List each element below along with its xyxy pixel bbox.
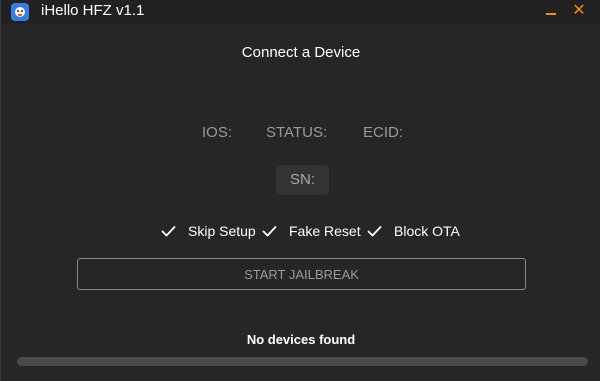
start-jailbreak-button[interactable]: START JAILBREAK (77, 258, 526, 290)
app-logo-icon (11, 3, 29, 21)
fake-reset-option[interactable]: Fake Reset (262, 222, 361, 240)
app-window: iHello HFZ v1.1 ✕ Connect a Device IOS: … (0, 0, 600, 381)
close-icon: ✕ (572, 2, 586, 19)
serial-number-box: SN: (276, 165, 329, 195)
window-title: iHello HFZ v1.1 (41, 2, 145, 19)
checkmark-icon (367, 224, 382, 239)
page-heading: Connect a Device (241, 44, 361, 61)
block-ota-label: Block OTA (394, 223, 460, 239)
block-ota-option[interactable]: Block OTA (367, 222, 460, 240)
checkmark-icon (161, 224, 176, 239)
ios-label: IOS: (202, 124, 233, 141)
progress-bar (17, 357, 588, 366)
title-bar[interactable]: iHello HFZ v1.1 ✕ (1, 0, 600, 24)
skip-setup-option[interactable]: Skip Setup (161, 222, 256, 240)
close-button[interactable]: ✕ (571, 1, 587, 21)
skip-setup-label: Skip Setup (188, 223, 256, 239)
status-label: STATUS: (266, 124, 328, 141)
sn-label: SN: (289, 171, 315, 188)
minimize-icon (546, 13, 556, 15)
minimize-button[interactable] (543, 1, 559, 21)
checkmark-icon (262, 224, 277, 239)
fake-reset-label: Fake Reset (289, 223, 361, 239)
ecid-label: ECID: (363, 124, 404, 141)
status-message: No devices found (246, 332, 356, 347)
